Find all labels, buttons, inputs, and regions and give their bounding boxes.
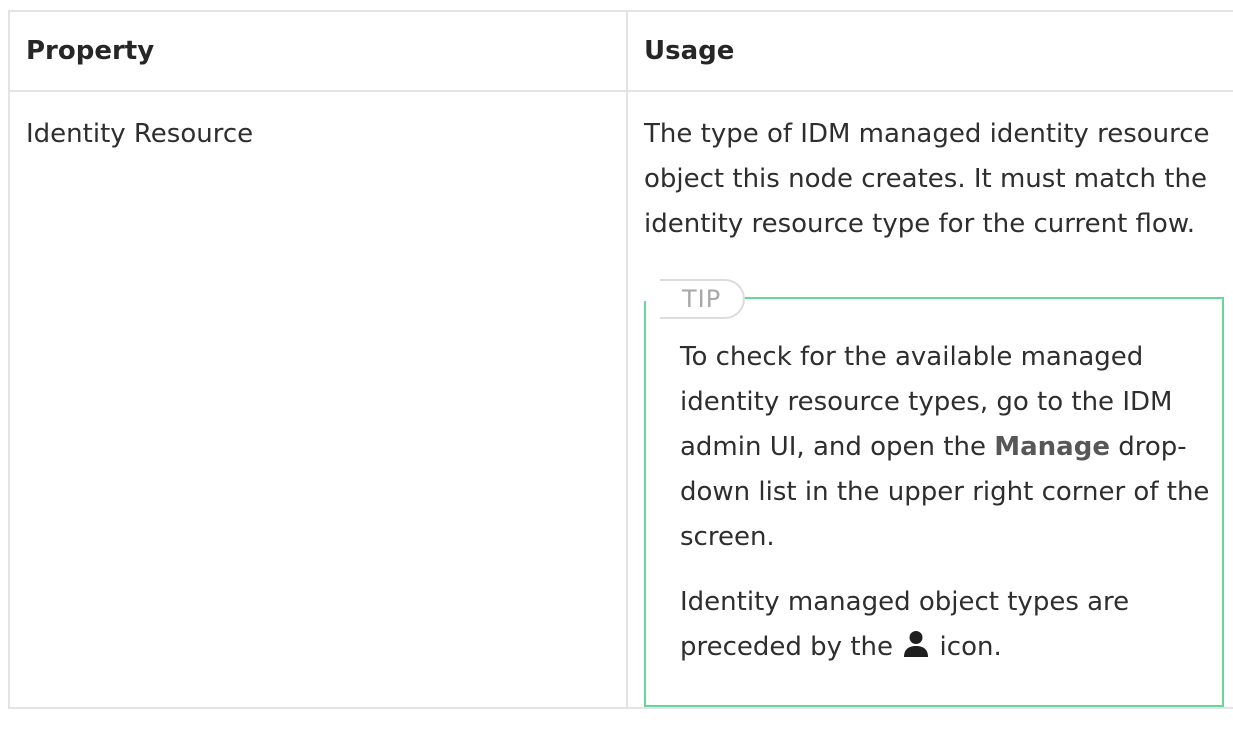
page: Property Usage Identity Resource The typ… xyxy=(0,0,1233,753)
manage-menu-name: Manage xyxy=(994,432,1110,462)
usage-cell: The type of IDM managed identity resourc… xyxy=(626,90,1233,709)
tip-paragraph-1: To check for the available managed ident… xyxy=(680,335,1210,560)
usage-text: The type of IDM managed identity resourc… xyxy=(644,119,1210,239)
column-header-property: Property xyxy=(8,10,628,92)
tip-text: icon. xyxy=(931,632,1002,662)
properties-table: Property Usage Identity Resource The typ… xyxy=(8,10,1233,709)
tip-callout: TIP To check for the available managed i… xyxy=(642,279,1224,707)
table-row: Identity Resource The type of IDM manage… xyxy=(8,90,1233,709)
tip-label: TIP xyxy=(660,279,746,319)
tip-paragraph-2: Identity managed object types are preced… xyxy=(680,580,1210,670)
person-icon xyxy=(904,631,929,657)
column-header-usage: Usage xyxy=(626,10,1233,92)
property-cell: Identity Resource xyxy=(8,90,628,709)
table-header-row: Property Usage xyxy=(8,10,1233,92)
